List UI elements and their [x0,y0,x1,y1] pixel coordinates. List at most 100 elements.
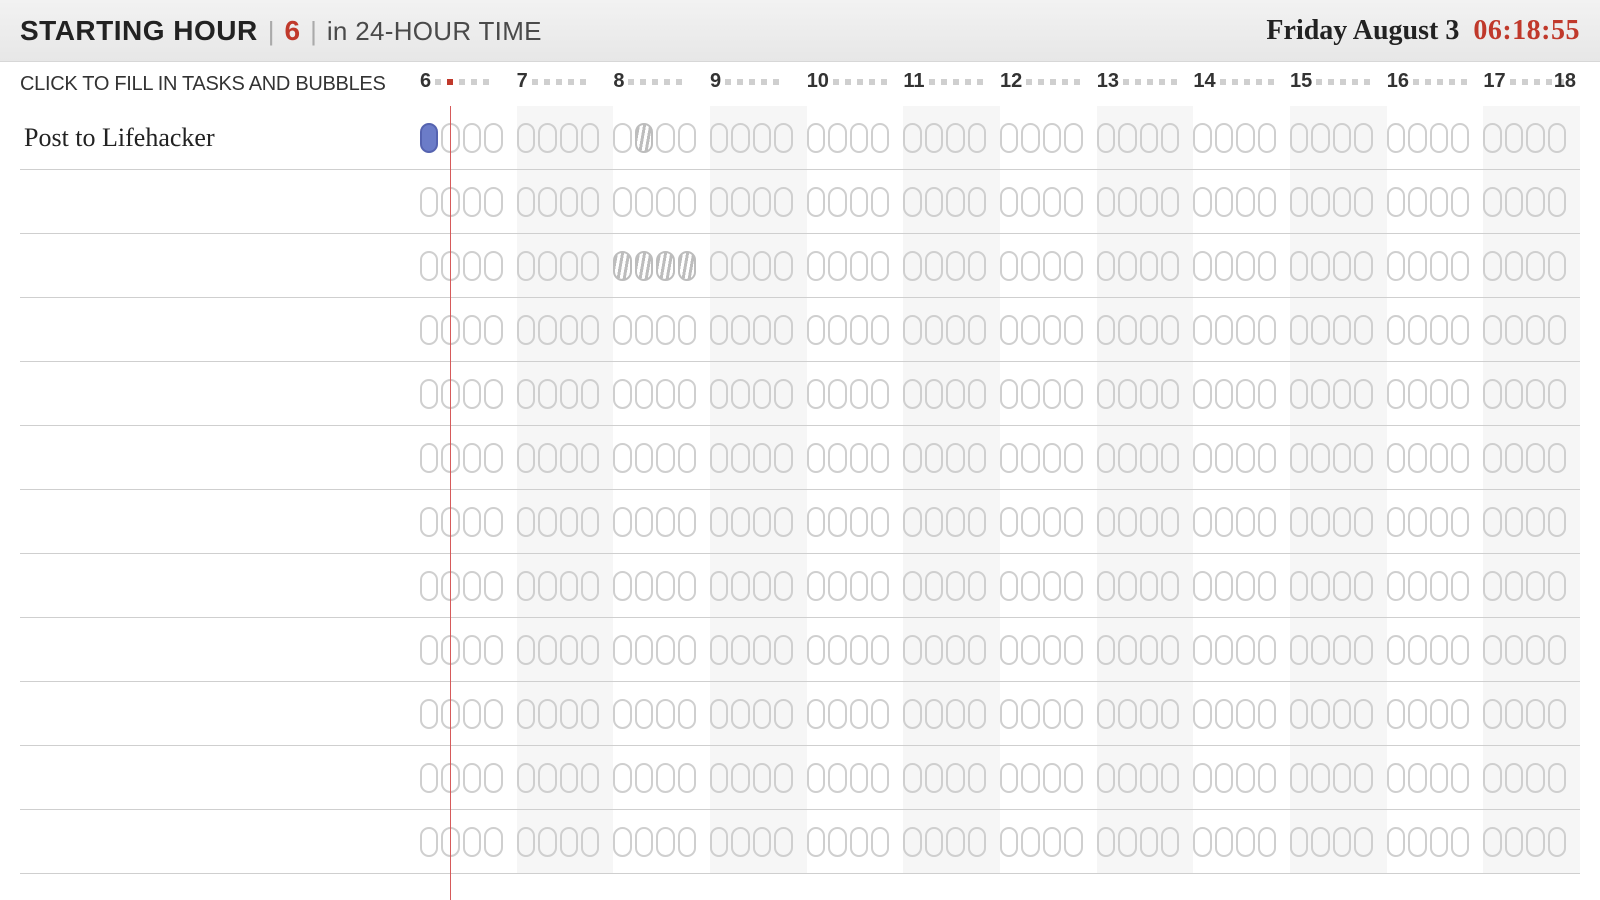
time-bubble[interactable] [946,123,964,153]
time-bubble[interactable] [678,443,696,473]
time-bubble[interactable] [1043,699,1061,729]
time-bubble[interactable] [1021,315,1039,345]
time-bubble[interactable] [753,443,771,473]
time-bubble[interactable] [1354,315,1372,345]
time-bubble[interactable] [1118,315,1136,345]
time-bubble[interactable] [1118,379,1136,409]
starting-hour-value[interactable]: 6 [285,15,301,47]
time-bubble[interactable] [1354,379,1372,409]
time-bubble[interactable] [1290,123,1308,153]
time-bubble[interactable] [441,699,459,729]
time-bubble[interactable] [807,379,825,409]
time-bubble[interactable] [903,571,921,601]
time-bubble[interactable] [1140,123,1158,153]
time-bubble[interactable] [1064,827,1082,857]
time-bubble[interactable] [560,763,578,793]
time-bubble[interactable] [731,571,749,601]
time-bubble[interactable] [484,571,502,601]
time-bubble[interactable] [1043,379,1061,409]
time-bubble[interactable] [1118,827,1136,857]
time-bubble[interactable] [1290,379,1308,409]
time-bubble[interactable] [1000,187,1018,217]
time-bubble[interactable] [1451,635,1469,665]
time-bubble[interactable] [560,187,578,217]
time-bubble[interactable] [1258,763,1276,793]
time-bubble[interactable] [1097,507,1115,537]
time-bubble[interactable] [1193,315,1211,345]
time-bubble[interactable] [1161,251,1179,281]
time-bubble[interactable] [850,699,868,729]
time-bubble[interactable] [850,123,868,153]
time-bubble[interactable] [828,827,846,857]
time-bubble[interactable] [1505,315,1523,345]
time-bubble[interactable] [1064,123,1082,153]
time-bubble[interactable] [560,635,578,665]
time-bubble[interactable] [946,443,964,473]
time-bubble[interactable] [1118,187,1136,217]
time-bubble[interactable] [1311,251,1329,281]
time-bubble[interactable] [710,699,728,729]
time-bubble[interactable] [1290,571,1308,601]
time-bubble[interactable] [710,443,728,473]
time-bubble[interactable] [613,443,631,473]
time-bubble[interactable] [484,507,502,537]
time-bubble[interactable] [1408,187,1426,217]
time-bubble[interactable] [925,123,943,153]
time-bubble[interactable] [1043,123,1061,153]
time-bubble[interactable] [871,571,889,601]
time-bubble[interactable] [1311,123,1329,153]
time-bubble[interactable] [1215,251,1233,281]
time-bubble[interactable] [1021,123,1039,153]
time-bubble[interactable] [850,315,868,345]
time-bubble[interactable] [774,315,792,345]
time-bubble[interactable] [1354,443,1372,473]
time-bubble[interactable] [871,443,889,473]
time-bubble[interactable] [484,379,502,409]
time-bubble[interactable] [1021,443,1039,473]
time-bubble[interactable] [1451,699,1469,729]
time-bubble[interactable] [1290,699,1308,729]
time-bubble[interactable] [828,123,846,153]
time-bubble[interactable] [850,251,868,281]
time-bubble[interactable] [1097,763,1115,793]
time-bubble[interactable] [850,763,868,793]
time-bubble[interactable] [774,763,792,793]
time-bubble[interactable] [441,443,459,473]
time-bubble[interactable] [656,507,674,537]
time-bubble[interactable] [538,763,556,793]
time-bubble[interactable] [484,763,502,793]
time-bubble[interactable] [613,635,631,665]
time-bubble[interactable] [1097,571,1115,601]
time-bubble[interactable] [807,571,825,601]
time-bubble[interactable] [774,379,792,409]
time-bubble[interactable] [1236,443,1254,473]
time-bubble[interactable] [581,763,599,793]
time-bubble[interactable] [538,379,556,409]
time-bubble[interactable] [1548,827,1566,857]
time-bubble[interactable] [946,251,964,281]
time-bubble[interactable] [1290,763,1308,793]
time-bubble[interactable] [420,379,438,409]
time-bubble[interactable] [1193,187,1211,217]
time-bubble[interactable] [656,635,674,665]
time-bubble[interactable] [1483,123,1501,153]
time-bubble[interactable] [1215,443,1233,473]
time-bubble[interactable] [1236,123,1254,153]
time-bubble[interactable] [1000,443,1018,473]
time-bubble[interactable] [850,635,868,665]
time-bubble[interactable] [946,763,964,793]
time-bubble[interactable] [1548,443,1566,473]
time-bubble[interactable] [635,187,653,217]
time-bubble[interactable] [1021,635,1039,665]
time-bubble[interactable] [871,123,889,153]
time-bubble[interactable] [635,699,653,729]
time-bubble[interactable] [1021,251,1039,281]
time-bubble[interactable] [968,187,986,217]
time-bubble[interactable] [1387,251,1405,281]
time-bubble[interactable] [753,763,771,793]
time-bubble[interactable] [1408,635,1426,665]
time-bubble[interactable] [1408,763,1426,793]
time-bubble[interactable] [1505,443,1523,473]
time-bubble[interactable] [774,571,792,601]
time-bubble[interactable] [1548,315,1566,345]
